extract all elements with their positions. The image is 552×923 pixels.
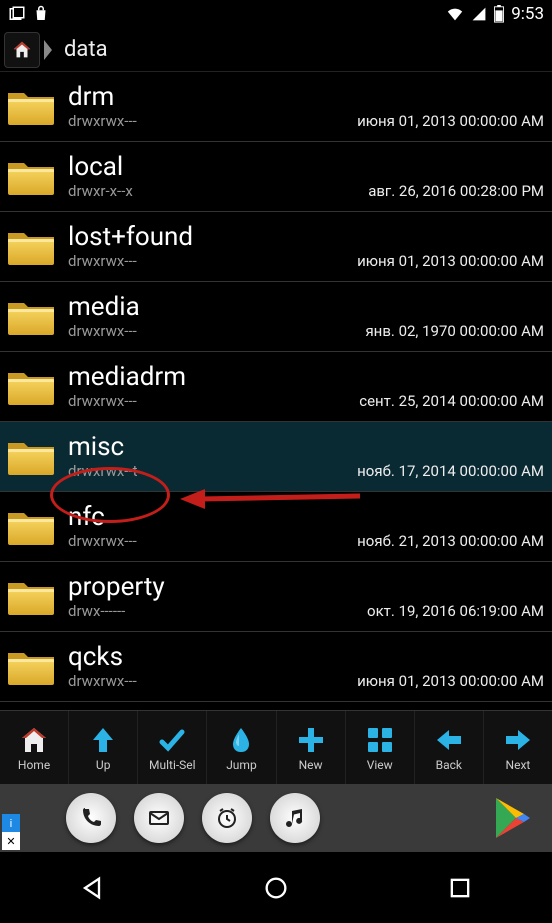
folder-permissions: drwxr-x--x [68, 182, 133, 200]
cell-signal-icon [471, 6, 487, 22]
nav-back-button[interactable] [62, 868, 122, 908]
folder-date: сент. 25, 2014 00:00:00 AM [359, 392, 544, 410]
wifi-icon [445, 6, 465, 22]
folder-name: qcks [68, 644, 544, 670]
folder-permissions: drwxrwx--- [68, 672, 137, 690]
ad-info-button[interactable]: i [2, 814, 20, 832]
folder-permissions: drwxrwx--- [68, 112, 137, 130]
folder-name: media [68, 294, 544, 320]
folder-item[interactable]: local drwxr-x--x авг. 26, 2016 00:28:00 PM [0, 142, 552, 212]
status-bar: 9:53 [0, 0, 552, 28]
folder-date: авг. 26, 2016 00:28:00 PM [368, 182, 544, 200]
next-button[interactable]: Next [484, 711, 552, 784]
ad-close-button[interactable]: ✕ [2, 832, 20, 850]
folder-date: нояб. 21, 2013 00:00:00 AM [357, 532, 544, 550]
folder-name: nfc [68, 504, 544, 530]
folder-name: misc [68, 434, 544, 460]
folder-date: июня 01, 2013 00:00:00 AM [357, 252, 544, 270]
android-nav-bar [0, 852, 552, 923]
breadcrumb: data [0, 28, 552, 72]
nav-recent-button[interactable] [430, 868, 490, 908]
tool-label: Multi-Sel [149, 758, 196, 772]
folder-permissions: drwxrwx--- [68, 322, 137, 340]
folder-permissions: drwxrwx--- [68, 252, 137, 270]
folder-item[interactable]: media drwxrwx--- янв. 02, 1970 00:00:00 AM [0, 282, 552, 352]
file-list: drmdrwxrwx---июня 01, 2013 00:00:00 AMlo… [0, 72, 552, 710]
shopping-bag-icon [32, 5, 50, 23]
folder-item[interactable]: misc drwxrwx--t нояб. 17, 2014 00:00:00 AM [0, 422, 552, 492]
back-button[interactable]: Back [415, 711, 484, 784]
view-button[interactable]: View [346, 711, 415, 784]
folder-date: окт. 19, 2016 06:19:00 AM [367, 602, 544, 620]
folder-item[interactable]: drm drwxrwx--- июня 01, 2013 00:00:00 AM [0, 72, 552, 142]
tool-label: New [299, 758, 323, 772]
folder-date: янв. 02, 1970 00:00:00 AM [365, 322, 544, 340]
breadcrumb-path[interactable]: data [58, 37, 114, 62]
folder-permissions: drwxrwx--- [68, 392, 137, 410]
breadcrumb-home-button[interactable] [4, 32, 40, 68]
ad-banner[interactable]: i ✕ [0, 784, 552, 852]
clock-icon [202, 793, 252, 843]
folder-permissions: drwxrwx--- [68, 532, 137, 550]
folder-date: нояб. 17, 2014 00:00:00 AM [357, 462, 544, 480]
folder-name: local [68, 154, 544, 180]
folder-date: июня 01, 2013 00:00:00 AM [357, 672, 544, 690]
battery-icon [493, 5, 505, 23]
home-button[interactable]: Home [0, 711, 69, 784]
folder-item[interactable]: mediadrm drwxrwx--- сент. 25, 2014 00:00:0… [0, 352, 552, 422]
folder-name: lost+found [68, 224, 544, 250]
folder-permissions: drwxrwx--t [68, 462, 138, 480]
mail-icon [134, 793, 184, 843]
folder-item[interactable]: resource-cachedrwxrwx--xиюня 01, 2013 00… [0, 702, 552, 710]
folder-item[interactable]: nfc drwxrwx--- нояб. 21, 2013 00:00:00 AM [0, 492, 552, 562]
music-icon [270, 793, 320, 843]
tool-label: Home [18, 758, 50, 772]
tool-label: View [367, 758, 393, 772]
up-button[interactable]: Up [69, 711, 138, 784]
phone-icon [66, 793, 116, 843]
ad-content [66, 793, 320, 843]
new-button[interactable]: New [277, 711, 346, 784]
chevron-right-icon [44, 38, 54, 62]
tool-label: Jump [226, 758, 257, 772]
play-store-icon [492, 796, 532, 840]
tool-label: Next [506, 758, 531, 772]
folder-item[interactable]: qcks drwxrwx--- июня 01, 2013 00:00:00 AM [0, 632, 552, 702]
toolbar: Home Up Multi-Sel Jump New View Back Next [0, 710, 552, 784]
folder-name: mediadrm [68, 364, 544, 390]
folder-item[interactable]: lost+found drwxrwx--- июня 01, 2013 00:00:… [0, 212, 552, 282]
folder-name: drm [68, 84, 544, 110]
multisel-button[interactable]: Multi-Sel [138, 711, 207, 784]
status-time: 9:53 [511, 4, 544, 24]
folder-name: property [68, 574, 544, 600]
gallery-icon [8, 5, 26, 23]
folder-date: июня 01, 2013 00:00:00 AM [357, 112, 544, 130]
folder-item[interactable]: property drwx------ окт. 19, 2016 06:19:00… [0, 562, 552, 632]
tool-label: Back [436, 758, 462, 772]
folder-permissions: drwx------ [68, 602, 125, 620]
jump-button[interactable]: Jump [207, 711, 276, 784]
tool-label: Up [96, 758, 111, 772]
nav-home-button[interactable] [246, 868, 306, 908]
